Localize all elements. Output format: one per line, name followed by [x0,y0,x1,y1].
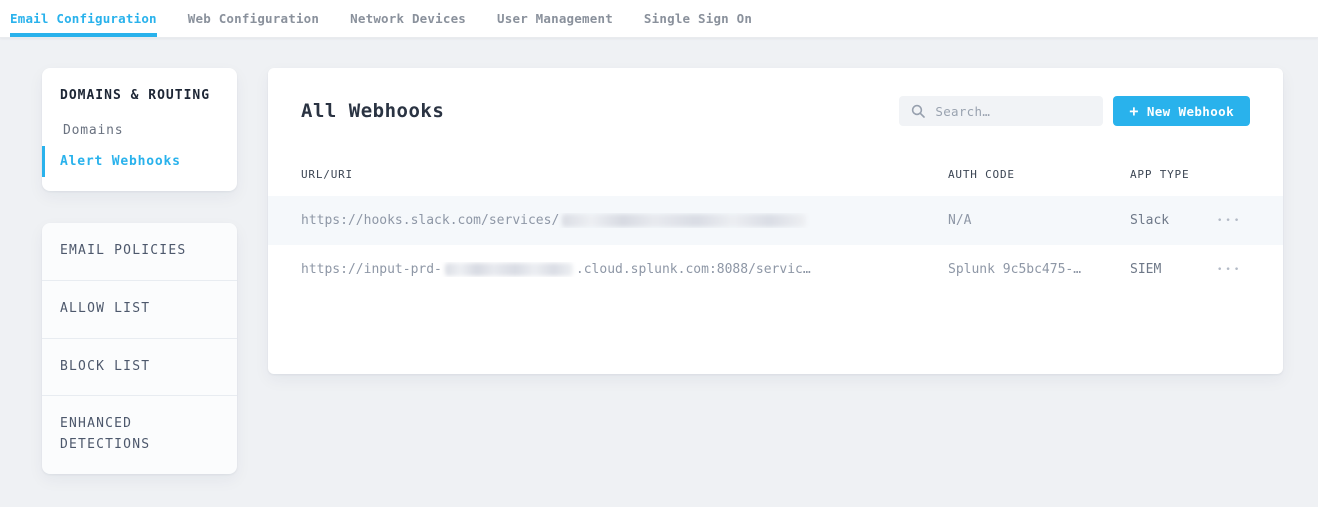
search-input[interactable] [933,103,1091,120]
new-webhook-label: New Webhook [1147,104,1234,119]
sidebar-item-allow-list[interactable]: ALLOW LIST [42,281,237,339]
tab-web-configuration[interactable]: Web Configuration [188,0,319,37]
new-webhook-button[interactable]: + New Webhook [1113,96,1250,126]
row-menu-icon[interactable]: ••• [1208,265,1242,275]
sidebar-item-email-policies[interactable]: EMAIL POLICIES [42,223,237,281]
webhook-url-text: https://input-prd- [301,262,442,277]
webhook-url-text: .cloud.splunk.com:8088/servic… [576,262,811,277]
column-header-app-type: APP TYPE [1130,168,1208,181]
sidebar-item-domains[interactable]: Domains [42,115,237,146]
auth-code-cell: Splunk 9c5bc475-… [948,262,1130,277]
table-row: https://hooks.slack.com/services/ N/A Sl… [268,196,1283,245]
auth-code-cell: N/A [948,213,1130,228]
row-menu-icon[interactable]: ••• [1208,216,1242,226]
tab-network-devices[interactable]: Network Devices [350,0,466,37]
webhook-url-cell: https://input-prd- .cloud.splunk.com:808… [301,262,948,277]
tab-user-management[interactable]: User Management [497,0,613,37]
tab-single-sign-on[interactable]: Single Sign On [644,0,752,37]
column-header-url: URL/URI [301,168,948,181]
webhook-url-cell: https://hooks.slack.com/services/ [301,213,948,228]
column-header-auth-code: AUTH CODE [948,168,1130,181]
table-header-row: URL/URI AUTH CODE APP TYPE [268,152,1283,196]
domains-routing-heading: DOMAINS & ROUTING [42,88,237,103]
redacted-blur [562,214,806,227]
domains-routing-card: DOMAINS & ROUTING Domains Alert Webhooks [42,68,237,191]
search-icon [911,104,925,118]
page-body: DOMAINS & ROUTING Domains Alert Webhooks… [0,38,1318,474]
search-box[interactable] [899,96,1103,126]
webhooks-panel: All Webhooks + New Webhook URL/URI AUTH … [268,68,1283,374]
page-title: All Webhooks [301,100,444,122]
app-type-cell: Slack [1130,213,1208,228]
panel-header: All Webhooks + New Webhook [268,68,1283,152]
sidebar-sections-card: EMAIL POLICIES ALLOW LIST BLOCK LIST ENH… [42,223,237,474]
sidebar-item-alert-webhooks[interactable]: Alert Webhooks [42,146,237,177]
app-type-cell: SIEM [1130,262,1208,277]
plus-icon: + [1129,104,1138,119]
panel-controls: + New Webhook [899,96,1250,126]
sidebar: DOMAINS & ROUTING Domains Alert Webhooks… [42,68,237,474]
table-row: https://input-prd- .cloud.splunk.com:808… [268,245,1283,294]
redacted-blur [445,263,573,276]
top-nav: Email Configuration Web Configuration Ne… [0,0,1318,38]
sidebar-item-enhanced-detections[interactable]: ENHANCED DETECTIONS [42,396,237,474]
webhook-url-text: https://hooks.slack.com/services/ [301,213,559,228]
sidebar-item-block-list[interactable]: BLOCK LIST [42,339,237,397]
tab-email-configuration[interactable]: Email Configuration [10,0,157,37]
